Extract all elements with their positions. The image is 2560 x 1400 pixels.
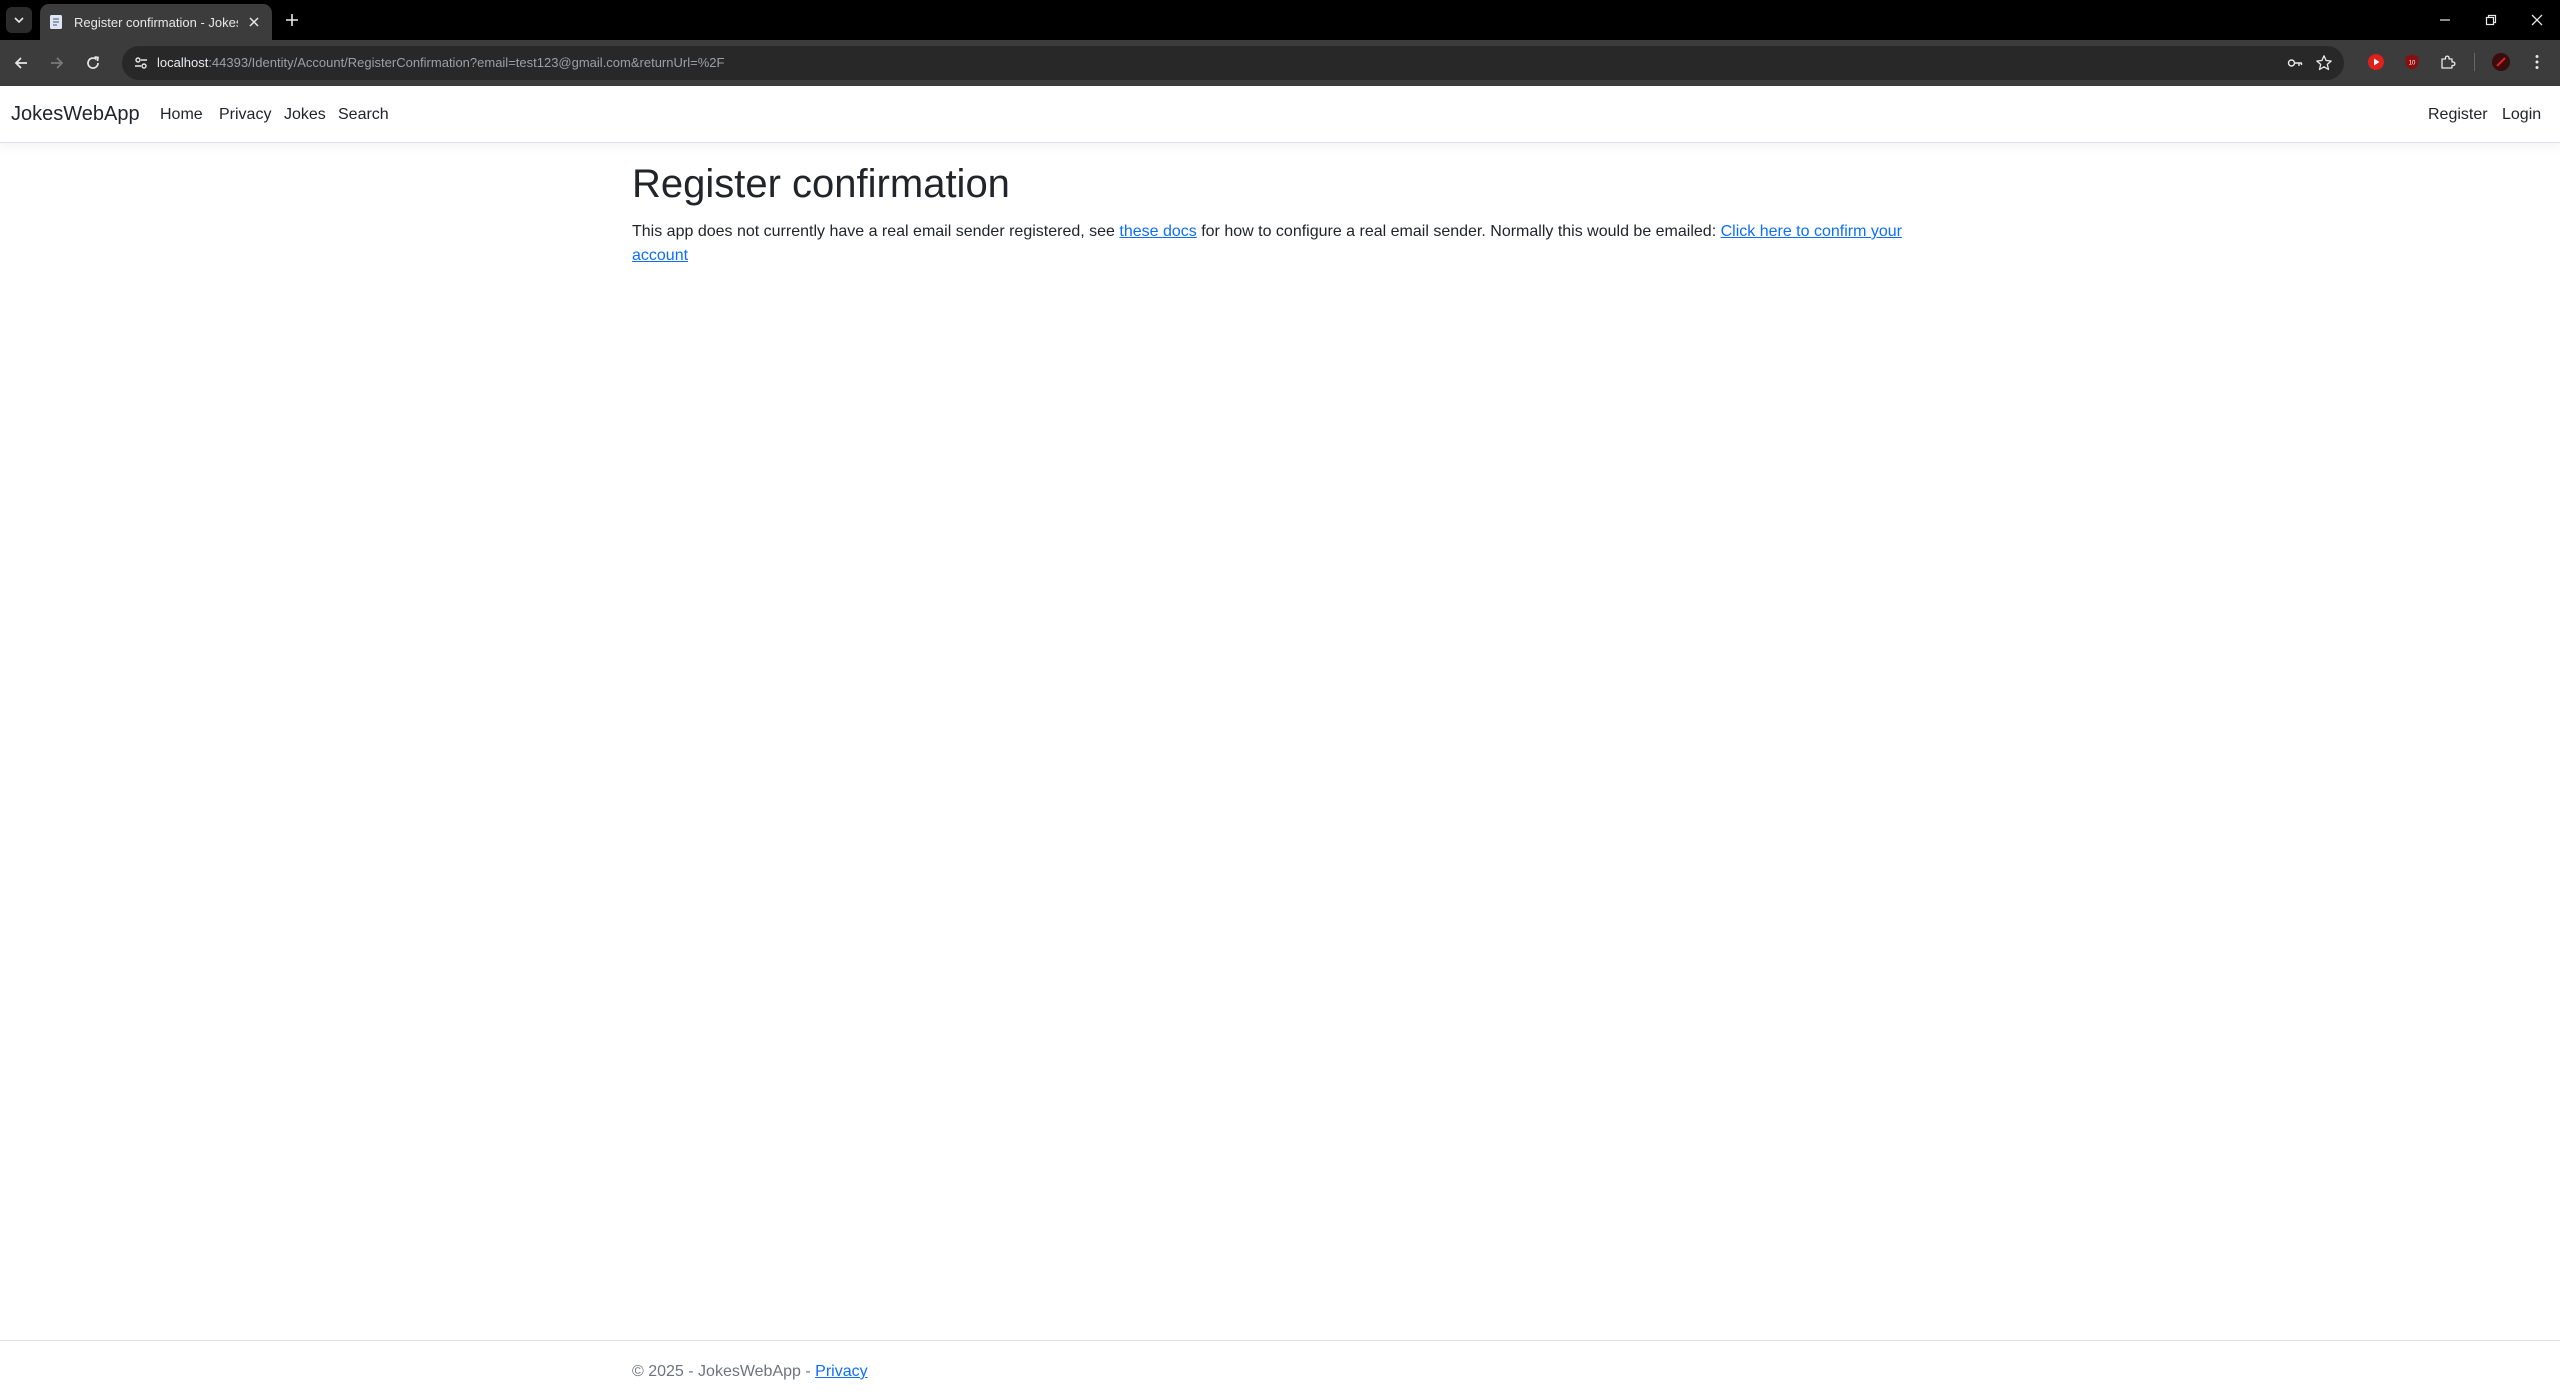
bookmark-star-icon[interactable]: [2315, 54, 2333, 72]
nav-home[interactable]: Home: [160, 106, 203, 124]
docs-link[interactable]: these docs: [1119, 223, 1196, 240]
browser-toolbar: localhost:44393/Identity/Account/Registe…: [0, 40, 2560, 86]
page-icon: [50, 15, 62, 29]
youtube-extension-icon[interactable]: [2364, 50, 2388, 74]
reload-button[interactable]: [79, 49, 107, 77]
extensions-puzzle-icon[interactable]: [2436, 50, 2460, 74]
minimize-button[interactable]: [2422, 0, 2468, 40]
profile-avatar[interactable]: [2489, 50, 2513, 74]
chevron-down-icon: [14, 17, 24, 24]
arrow-right-icon: [51, 57, 64, 69]
page-title: Register confirmation: [632, 162, 1010, 206]
nav-jokes[interactable]: Jokes: [284, 106, 326, 124]
main-content: Register confirmation This app does not …: [632, 160, 1932, 268]
site-footer: © 2025 - JokesWebApp - Privacy: [0, 1340, 2560, 1400]
footer-text: © 2025 - JokesWebApp - Privacy: [632, 1363, 868, 1381]
plus-icon: [286, 14, 298, 26]
tab-title: Register confirmation - JokesWebApp: [74, 14, 238, 30]
url-path: :44393/Identity/Account/RegisterConfirma…: [208, 55, 725, 70]
back-button[interactable]: [7, 49, 35, 77]
extensions-separator: [2474, 53, 2475, 71]
close-window-button[interactable]: [2514, 0, 2560, 40]
ublock-extension-icon[interactable]: 10: [2400, 50, 2424, 74]
footer-privacy-link[interactable]: Privacy: [815, 1363, 867, 1380]
confirmation-message: This app does not currently have a real …: [632, 220, 1932, 268]
browser-titlebar: Register confirmation - JokesWebApp: [0, 0, 2560, 40]
password-key-icon[interactable]: [2286, 54, 2304, 72]
browser-tab-active[interactable]: Register confirmation - JokesWebApp: [40, 4, 272, 40]
footer-copyright: © 2025 - JokesWebApp -: [632, 1363, 816, 1380]
arrow-left-icon: [14, 57, 27, 69]
page-viewport: JokesWebApp Home Privacy Jokes Search Re…: [0, 86, 2560, 1400]
svg-text:10: 10: [2409, 61, 2416, 67]
nav-search[interactable]: Search: [338, 106, 389, 124]
url-text: localhost:44393/Identity/Account/Registe…: [157, 55, 724, 70]
tab-close-icon[interactable]: [244, 12, 264, 32]
close-icon: [2531, 14, 2543, 26]
nav-login[interactable]: Login: [2502, 106, 2541, 124]
new-tab-button[interactable]: [280, 8, 304, 32]
site-navbar: JokesWebApp Home Privacy Jokes Search Re…: [0, 86, 2560, 143]
brand-link[interactable]: JokesWebApp: [11, 103, 140, 126]
nav-privacy[interactable]: Privacy: [219, 106, 271, 124]
restore-button[interactable]: [2468, 0, 2514, 40]
reload-icon: [87, 56, 99, 69]
message-text-2: for how to configure a real email sender…: [1196, 223, 1721, 240]
url-host: localhost: [157, 55, 209, 70]
browser-menu-icon[interactable]: [2525, 50, 2549, 74]
message-text-1: This app does not currently have a real …: [632, 223, 1120, 240]
restore-icon: [2485, 14, 2497, 26]
site-info-icon[interactable]: [132, 54, 150, 72]
nav-register[interactable]: Register: [2428, 106, 2488, 124]
tab-search-button[interactable]: [6, 7, 32, 33]
address-bar[interactable]: localhost:44393/Identity/Account/Registe…: [122, 46, 2344, 80]
minimize-icon: [2440, 19, 2450, 21]
forward-button[interactable]: [43, 49, 71, 77]
